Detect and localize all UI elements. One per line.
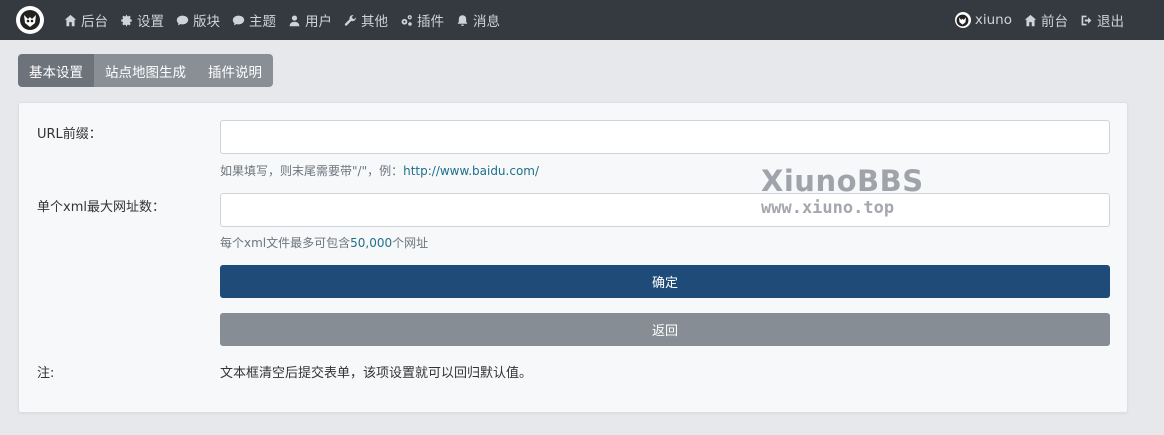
url-prefix-help: 如果填写，则末尾需要带"/"，例：http://www.baidu.com/: [220, 164, 540, 178]
nav-item-users[interactable]: 用户: [288, 10, 332, 30]
nav-item-logout[interactable]: 退出: [1080, 10, 1124, 30]
nav-item-threads[interactable]: 主题: [232, 10, 276, 30]
max-urls-input[interactable]: [220, 193, 1110, 227]
user-icon: [289, 14, 300, 26]
url-prefix-label: URL前缀：: [37, 127, 102, 142]
nav-item-forums[interactable]: 版块: [176, 10, 220, 30]
tab-sitemap-generate[interactable]: 站点地图生成: [94, 54, 197, 87]
nav-item-admin[interactable]: 后台: [64, 10, 108, 30]
gear-icon: [121, 14, 132, 26]
note-text: 文本框清空后提交表单，该项设置就可以回归默认值。: [220, 366, 533, 381]
nav-item-plugins[interactable]: 插件: [400, 10, 444, 30]
max-urls-help: 每个xml文件最多可包含50,000个网址: [220, 236, 429, 250]
back-button[interactable]: 返回: [220, 313, 1110, 346]
nav-item-other[interactable]: 其他: [344, 10, 388, 30]
url-prefix-input[interactable]: [220, 120, 1110, 154]
max-urls-label: 单个xml最大网址数：: [37, 200, 165, 215]
nav-item-front[interactable]: 前台: [1024, 10, 1068, 30]
bell-icon: [457, 14, 468, 26]
tab-plugin-info[interactable]: 插件说明: [197, 54, 273, 87]
nav-user[interactable]: xiuno: [954, 12, 1012, 28]
avatar: [954, 12, 971, 28]
home-icon: [1024, 14, 1037, 26]
note-label: 注:: [37, 366, 55, 381]
comment-icon: [176, 15, 189, 25]
username: xiuno: [974, 12, 1012, 28]
submit-button[interactable]: 确定: [220, 265, 1110, 298]
logo-icon[interactable]: [16, 6, 44, 34]
nav-item-settings[interactable]: 设置: [120, 10, 164, 30]
watermark-url: www.xiuno.top: [761, 198, 895, 218]
watermark-title: XiunoBBS: [761, 164, 924, 198]
nav-item-messages[interactable]: 消息: [456, 10, 500, 30]
tab-group: 基本设置 站点地图生成 插件说明: [18, 54, 273, 87]
gears-icon: [401, 14, 412, 26]
comments-icon: [232, 15, 245, 25]
tab-basic-settings[interactable]: 基本设置: [18, 54, 94, 87]
sign-out-icon: [1081, 15, 1092, 25]
home-icon: [64, 14, 77, 26]
wrench-icon: [344, 14, 356, 26]
url-prefix-example: http://www.baidu.com/: [403, 164, 540, 178]
settings-card: URL前缀： 如果填写，则末尾需要带"/"，例：http://www.baidu…: [18, 102, 1128, 413]
top-navbar: 后台 设置 版块 主题 用户 其他 插件 消息 xiuno 前台 退出: [0, 0, 1164, 40]
